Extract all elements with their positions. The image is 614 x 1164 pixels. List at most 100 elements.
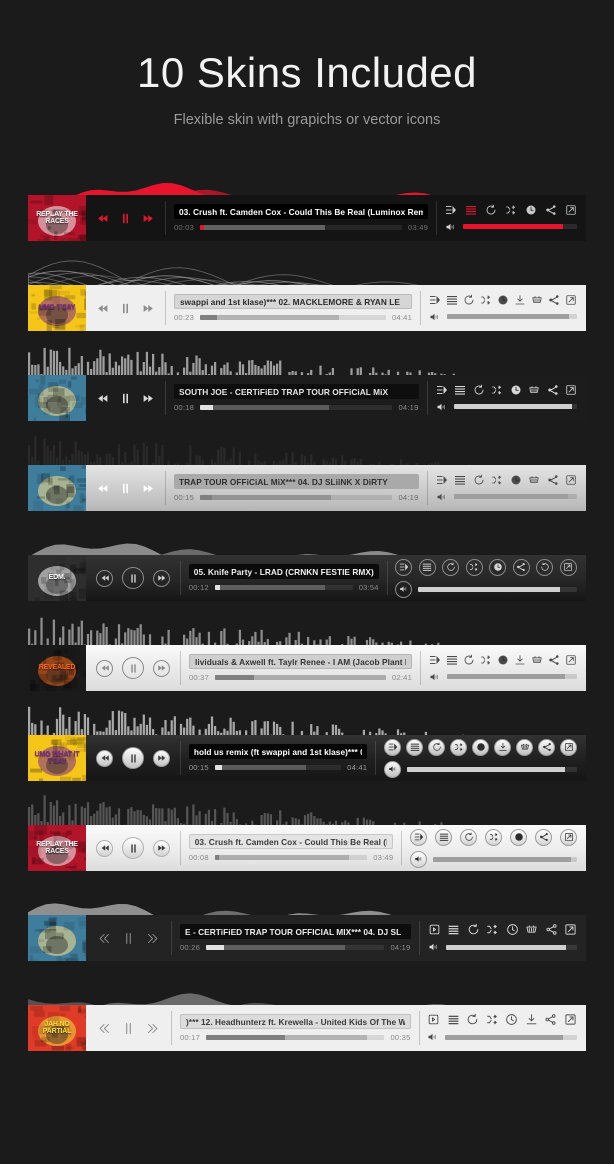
playlist-list-icon[interactable] [446,294,458,306]
next-track-icon[interactable] [146,1021,161,1036]
pause-icon[interactable] [122,747,144,769]
share-icon[interactable] [512,558,530,576]
open-external-icon[interactable] [560,738,577,756]
shuffle-icon[interactable] [480,294,492,306]
clock-history-icon[interactable] [506,923,519,936]
next-track-icon[interactable] [153,569,170,587]
seek-bar[interactable] [214,855,368,860]
playlist-list-icon[interactable] [446,654,458,666]
playlist-add-icon[interactable] [410,828,428,846]
volume-slider[interactable] [445,1034,577,1040]
previous-track-icon[interactable] [96,749,113,767]
clock-history-icon[interactable] [505,1013,518,1026]
volume-icon[interactable] [436,401,448,413]
open-external-icon[interactable] [559,558,577,576]
repeat-icon[interactable] [442,558,460,576]
next-track-icon[interactable] [142,482,155,495]
repeat-icon[interactable] [466,1013,479,1026]
playlist-list-icon[interactable] [418,558,436,576]
playlist-add-icon[interactable] [429,654,441,666]
volume-icon[interactable] [429,671,441,683]
clock-history-icon[interactable] [510,384,522,396]
playlist-add-icon[interactable] [429,294,441,306]
playlist-add-icon[interactable] [436,474,448,486]
download-icon[interactable] [514,294,526,306]
seek-bar[interactable] [206,945,385,950]
repeat-icon[interactable] [463,294,475,306]
volume-slider[interactable] [433,856,578,862]
next-track-icon[interactable] [142,302,155,315]
volume-slider[interactable] [463,224,577,229]
volume-icon[interactable] [445,221,457,233]
clock-history-icon[interactable] [510,828,528,846]
share-icon[interactable] [547,474,559,486]
pause-icon[interactable] [122,657,144,679]
previous-track-icon[interactable] [96,659,113,677]
volume-slider[interactable] [447,674,578,679]
open-external-icon[interactable] [560,828,578,846]
volume-slider[interactable] [418,586,577,592]
playlist-list-icon[interactable] [447,923,460,936]
pause-icon[interactable] [120,1020,137,1037]
pause-icon[interactable] [118,301,133,316]
next-track-icon[interactable] [153,749,170,767]
playlist-list-icon[interactable] [454,384,466,396]
shuffle-icon[interactable] [491,474,503,486]
seek-bar[interactable] [199,225,403,230]
download-icon[interactable] [514,654,526,666]
share-icon[interactable] [535,828,553,846]
share-icon[interactable] [545,204,557,216]
next-track-icon[interactable] [153,659,170,677]
repeat-icon[interactable] [428,738,445,756]
playlist-add-icon[interactable] [445,204,457,216]
shuffle-icon[interactable] [465,558,483,576]
volume-slider[interactable] [445,944,577,950]
seek-bar[interactable] [215,675,387,680]
volume-icon[interactable] [428,941,440,953]
volume-icon[interactable] [427,1031,439,1043]
repeat-icon[interactable] [485,204,497,216]
volume-slider[interactable] [407,766,577,772]
pause-icon[interactable] [120,930,137,947]
next-track-icon[interactable] [142,392,155,405]
shuffle-icon[interactable] [505,204,517,216]
pause-icon[interactable] [118,391,133,406]
clock-history-icon[interactable] [510,474,522,486]
repeat-icon[interactable] [473,384,485,396]
shuffle-icon[interactable] [486,923,499,936]
previous-track-icon[interactable] [96,212,109,225]
seek-bar[interactable] [214,765,342,770]
playlist-list-icon[interactable] [435,828,453,846]
volume-slider[interactable] [447,314,577,319]
volume-slider[interactable] [453,404,577,409]
next-track-icon[interactable] [153,839,170,857]
repeat-icon[interactable] [467,923,480,936]
volume-icon[interactable] [436,491,448,503]
rewind-rotate-icon[interactable] [536,558,554,576]
seek-bar[interactable] [206,1035,385,1040]
repeat-icon[interactable] [463,654,475,666]
share-icon[interactable] [544,1013,557,1026]
shuffle-icon[interactable] [480,654,492,666]
shopping-cart-icon[interactable] [528,474,540,486]
volume-icon[interactable] [395,580,413,598]
clock-history-icon[interactable] [525,204,537,216]
shuffle-icon[interactable] [491,384,503,396]
next-track-icon[interactable] [142,212,155,225]
pause-icon[interactable] [122,567,144,589]
previous-track-icon[interactable] [96,1021,111,1036]
clock-history-icon[interactable] [497,294,509,306]
share-icon[interactable] [548,654,560,666]
shopping-cart-icon[interactable] [531,654,543,666]
clock-history-icon[interactable] [497,654,509,666]
playlist-list-icon[interactable] [465,204,477,216]
volume-icon[interactable] [410,850,428,868]
playlist-add-icon[interactable] [436,384,448,396]
open-external-icon[interactable] [565,384,577,396]
share-icon[interactable] [548,294,560,306]
previous-track-icon[interactable] [96,839,113,857]
previous-track-icon[interactable] [96,931,111,946]
repeat-icon[interactable] [460,828,478,846]
seek-bar[interactable] [214,585,353,590]
previous-track-icon[interactable] [96,569,113,587]
